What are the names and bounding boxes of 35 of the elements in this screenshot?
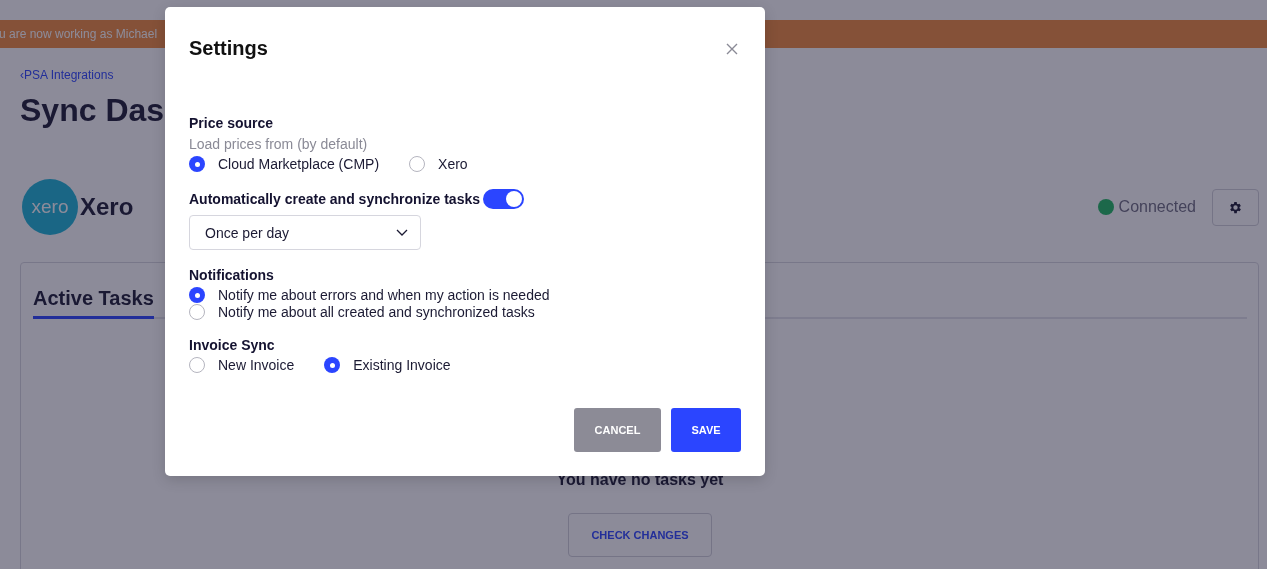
radio-button[interactable]	[189, 304, 205, 320]
integration-name: Xero	[80, 193, 134, 221]
radio-button[interactable]	[409, 156, 426, 172]
settings-icon	[1228, 199, 1243, 215]
toggle-switch[interactable]	[483, 189, 524, 209]
logo: xero	[22, 179, 78, 235]
section-title: Price source	[189, 115, 275, 131]
radio-button[interactable]	[324, 357, 341, 373]
save-button[interactable]: SAVE	[671, 408, 741, 452]
status-label: Connected	[1118, 198, 1196, 216]
banner-text: u are now working as Michael	[0, 27, 158, 41]
settings-button[interactable]	[1212, 188, 1259, 226]
chevron-down-icon	[396, 228, 408, 237]
close-icon[interactable]	[725, 41, 739, 56]
radio-label: Notify me about errors and when my action is needed	[218, 287, 550, 303]
section-title: Automatically create and synchronize tasks	[189, 191, 480, 207]
status-dot	[1097, 199, 1114, 215]
tab[interactable]: Active Tasks	[33, 285, 154, 319]
radio-label: Notify me about all created and synchronized tasks	[218, 304, 535, 320]
radio-button[interactable]	[189, 357, 205, 373]
dialog-title: Settings	[189, 37, 268, 60]
radio-button[interactable]	[189, 287, 205, 303]
check-changes-button[interactable]: CHECK CHANGES	[568, 513, 712, 557]
radio-label: New Invoice	[218, 357, 295, 373]
radio-label: Xero	[438, 156, 468, 172]
page-title: Sync Das	[20, 91, 165, 130]
radio-label: Cloud Marketplace (CMP)	[218, 156, 380, 172]
breadcrumb-link[interactable]: ‹PSA Integrations	[20, 68, 114, 82]
section-hint: Load prices from (by default)	[189, 136, 369, 152]
frequency-dropdown[interactable]: Once per day	[189, 215, 421, 250]
radio-button[interactable]	[189, 156, 205, 172]
cancel-button[interactable]: CANCEL	[574, 408, 661, 452]
section-title: Invoice Sync	[189, 337, 276, 353]
section-title: Notifications	[189, 267, 275, 283]
radio-label: Existing Invoice	[353, 357, 451, 373]
